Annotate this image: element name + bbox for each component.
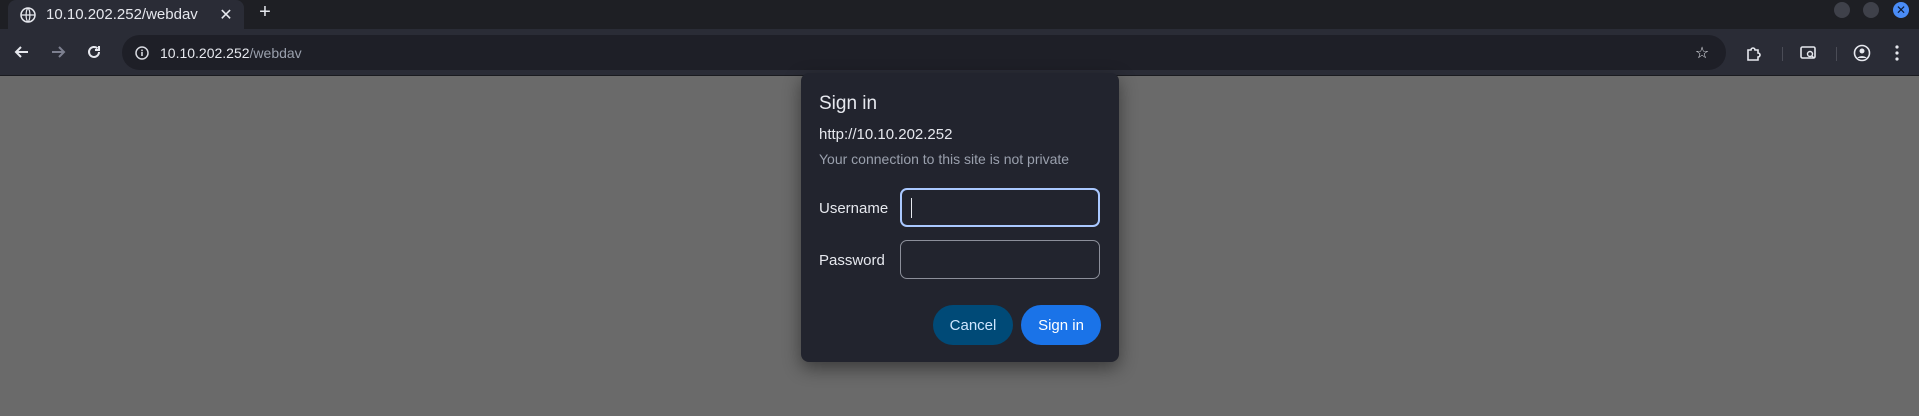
toolbar-divider	[1836, 47, 1837, 61]
profile-icon[interactable]	[1849, 40, 1875, 66]
password-field[interactable]	[900, 240, 1100, 279]
globe-icon	[20, 6, 36, 23]
browser-toolbar: 10.10.202.252/webdav ☆	[0, 29, 1919, 76]
info-icon[interactable]	[134, 45, 150, 61]
tab-title: 10.10.202.252/webdav	[46, 6, 198, 23]
sign-in-dialog: Sign in http://10.10.202.252 Your connec…	[801, 73, 1119, 362]
arrow-left-icon	[14, 46, 28, 58]
username-field[interactable]	[900, 188, 1100, 227]
username-input[interactable]	[902, 190, 1098, 225]
tab-search-icon[interactable]	[1795, 40, 1821, 66]
reload-icon	[88, 45, 100, 58]
connection-warning: Your connection to this site is not priv…	[819, 151, 1070, 167]
toolbar-divider	[1782, 47, 1783, 61]
window-close-button[interactable]: ✕	[1893, 2, 1909, 18]
minimize-button[interactable]	[1834, 2, 1850, 18]
menu-kebab-icon[interactable]	[1884, 40, 1910, 66]
cancel-button[interactable]: Cancel	[933, 305, 1013, 345]
password-input[interactable]	[901, 241, 1099, 278]
dialog-url: http://10.10.202.252	[819, 126, 953, 143]
sign-in-button[interactable]: Sign in	[1021, 305, 1101, 345]
close-icon[interactable]: ✕	[214, 3, 238, 27]
arrow-right-icon	[52, 46, 66, 58]
new-tab-button[interactable]: +	[253, 0, 277, 24]
bookmark-star-icon[interactable]: ☆	[1692, 43, 1712, 63]
back-button[interactable]	[10, 40, 34, 64]
dialog-title: Sign in	[819, 93, 878, 114]
password-label: Password	[819, 252, 885, 269]
text-caret	[911, 198, 912, 218]
url-host: 10.10.202.252	[160, 44, 250, 61]
extensions-icon[interactable]	[1741, 40, 1767, 66]
maximize-button[interactable]	[1863, 2, 1879, 18]
reload-button[interactable]	[82, 40, 106, 64]
username-label: Username	[819, 200, 889, 217]
tab-strip: 10.10.202.252/webdav ✕ + ✕	[0, 0, 1919, 29]
forward-button[interactable]	[46, 40, 70, 64]
tab-active[interactable]: 10.10.202.252/webdav ✕	[8, 0, 244, 29]
address-bar[interactable]: 10.10.202.252/webdav ☆	[122, 35, 1726, 70]
url-path: /webdav	[249, 44, 302, 61]
